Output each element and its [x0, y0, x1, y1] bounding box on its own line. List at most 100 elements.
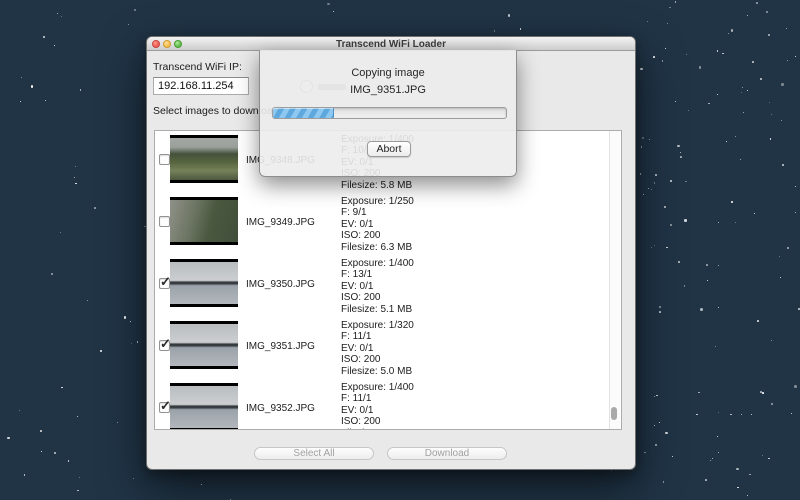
star — [662, 60, 664, 62]
star — [707, 280, 708, 281]
image-metadata: Exposure: 1/320 F: 11/1 EV: 0/1 ISO: 200… — [341, 320, 414, 377]
app-window: Transcend WiFi Loader Transcend WiFi IP:… — [146, 36, 636, 470]
star — [43, 36, 45, 38]
star — [781, 120, 782, 121]
star — [649, 139, 651, 141]
star — [669, 7, 671, 9]
star — [736, 468, 739, 471]
star — [728, 33, 729, 34]
star — [130, 321, 131, 322]
meta-filesize: Filesize: 5.2 MB — [341, 428, 414, 430]
star — [718, 452, 719, 453]
image-filename: IMG_9352.JPG — [246, 403, 340, 414]
wifi-ip-input[interactable] — [153, 77, 249, 95]
star — [795, 212, 796, 213]
meta-f: F: 9/1 — [341, 207, 414, 218]
image-checkbox[interactable] — [159, 340, 170, 351]
image-list-row: IMG_9349.JPG Exposure: 1/250 F: 9/1 EV: … — [155, 196, 621, 258]
star — [24, 474, 26, 476]
star — [717, 436, 718, 437]
star — [68, 460, 70, 462]
star — [771, 114, 772, 115]
star — [779, 256, 780, 257]
star — [756, 2, 758, 4]
star — [659, 422, 660, 423]
star — [747, 15, 748, 16]
star — [51, 273, 53, 275]
star — [664, 206, 667, 209]
meta-iso: ISO: 200 — [341, 416, 414, 427]
image-checkbox[interactable] — [159, 154, 170, 165]
star — [743, 112, 745, 114]
star — [786, 28, 787, 29]
star — [124, 316, 127, 319]
scrollbar-track[interactable] — [609, 131, 620, 429]
meta-filesize: Filesize: 5.1 MB — [341, 304, 414, 315]
star — [742, 87, 743, 88]
star — [754, 213, 755, 214]
star — [665, 432, 668, 435]
star — [710, 460, 711, 461]
star — [737, 487, 739, 489]
star — [757, 320, 759, 322]
star — [751, 414, 753, 416]
star — [735, 136, 736, 137]
star — [654, 182, 656, 184]
star — [771, 403, 774, 406]
image-list-row: IMG_9352.JPG Exposure: 1/400 F: 11/1 EV:… — [155, 382, 621, 430]
star — [766, 11, 768, 13]
star — [7, 437, 10, 440]
image-checkbox[interactable] — [159, 278, 170, 289]
star — [787, 247, 790, 250]
download-button[interactable]: Download — [387, 447, 507, 460]
star — [787, 60, 789, 62]
image-thumbnail — [170, 197, 238, 245]
star — [79, 477, 81, 479]
star — [494, 30, 496, 32]
star — [137, 341, 139, 343]
star — [117, 422, 118, 423]
star — [60, 232, 61, 233]
star — [663, 481, 665, 483]
star — [678, 261, 680, 263]
meta-exposure: Exposure: 1/400 — [341, 382, 414, 393]
meta-filesize: Filesize: 5.8 MB — [341, 180, 414, 191]
scrollbar-thumb[interactable] — [611, 407, 617, 420]
select-all-button[interactable]: Select All — [254, 447, 374, 460]
star — [659, 311, 661, 313]
star — [94, 207, 96, 209]
star — [640, 68, 643, 71]
image-filename: IMG_9351.JPG — [246, 341, 340, 352]
star — [698, 392, 700, 394]
star — [659, 306, 662, 309]
image-checkbox[interactable] — [159, 402, 170, 413]
image-list-row: IMG_9350.JPG Exposure: 1/400 F: 13/1 EV:… — [155, 258, 621, 320]
star — [794, 385, 797, 388]
star — [57, 13, 58, 14]
star — [731, 29, 734, 32]
star — [740, 159, 741, 160]
star — [655, 174, 657, 176]
star — [781, 83, 784, 86]
image-checkbox[interactable] — [159, 216, 170, 227]
star — [684, 219, 687, 222]
star — [708, 103, 710, 105]
image-thumbnail — [170, 321, 238, 369]
star — [680, 152, 681, 153]
star — [782, 164, 784, 166]
image-metadata: Exposure: 1/400 F: 13/1 EV: 0/1 ISO: 200… — [341, 258, 414, 315]
meta-f: F: 13/1 — [341, 269, 414, 280]
star — [672, 456, 673, 457]
image-metadata: Exposure: 1/250 F: 9/1 EV: 0/1 ISO: 200 … — [341, 196, 414, 253]
star — [686, 54, 687, 55]
star — [718, 307, 719, 308]
meta-iso: ISO: 200 — [341, 354, 414, 365]
star — [54, 452, 56, 454]
star — [685, 181, 687, 183]
meta-ev: EV: 0/1 — [341, 343, 414, 354]
star — [54, 45, 55, 46]
title-bar[interactable]: Transcend WiFi Loader — [147, 37, 635, 51]
star — [768, 458, 770, 460]
abort-button[interactable]: Abort — [367, 141, 411, 157]
image-list-row: IMG_9351.JPG Exposure: 1/320 F: 11/1 EV:… — [155, 320, 621, 382]
